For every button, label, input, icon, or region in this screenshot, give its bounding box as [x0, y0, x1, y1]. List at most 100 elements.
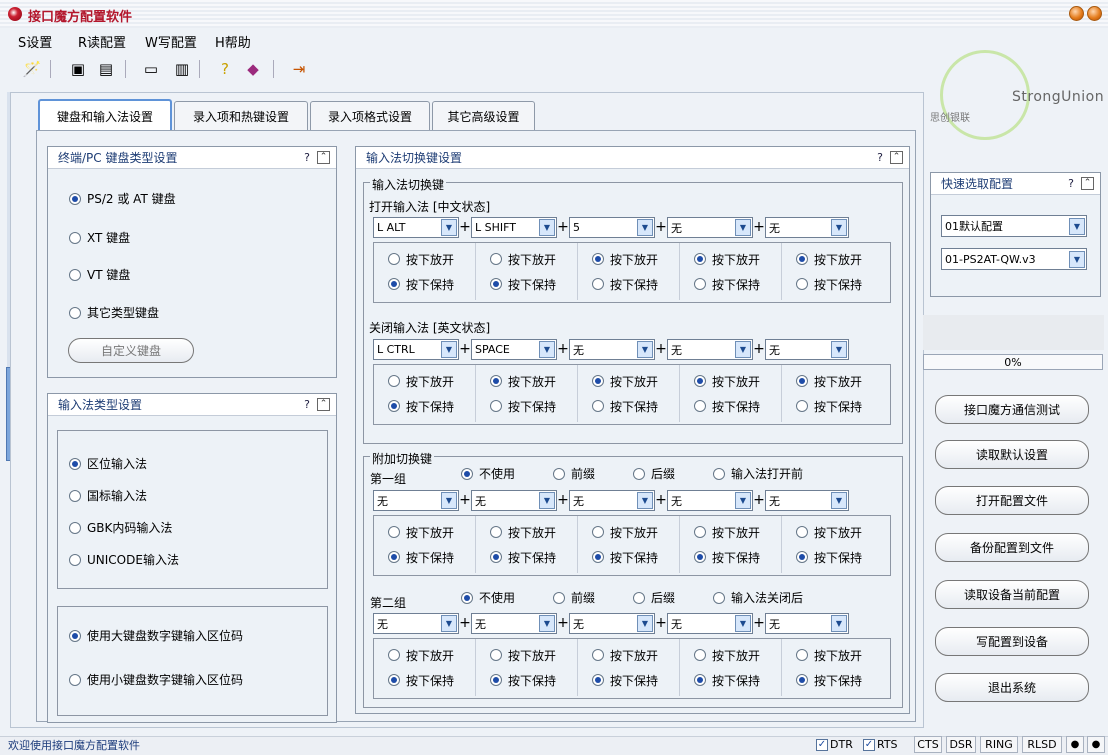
radio-button[interactable]	[69, 268, 81, 281]
radio-button[interactable]	[592, 526, 604, 538]
hold-option[interactable]: 按下保持	[490, 672, 577, 689]
radio-button[interactable]	[69, 306, 81, 319]
ime-location-option[interactable]: 区位输入法	[69, 455, 147, 472]
radio-button[interactable]	[461, 467, 473, 480]
radio-button[interactable]	[694, 649, 706, 661]
chevron-down-icon[interactable]: ▼	[637, 341, 653, 358]
radio-button[interactable]	[388, 551, 400, 563]
radio-button[interactable]	[490, 375, 502, 387]
chevron-down-icon[interactable]: ▼	[735, 615, 751, 632]
exit-icon[interactable]: ⇥	[288, 58, 310, 80]
hold-option[interactable]: 按下保持	[694, 549, 781, 566]
radio-button[interactable]	[796, 253, 808, 265]
radio-button[interactable]	[388, 674, 400, 686]
open-key-select[interactable]: 5 ▼	[569, 217, 655, 238]
hold-option[interactable]: 按下保持	[592, 672, 679, 689]
hold-option[interactable]: 按下保持	[490, 276, 577, 293]
radio-button[interactable]	[388, 278, 400, 290]
radio-button[interactable]	[694, 400, 706, 412]
first-key-select[interactable]: 无 ▼	[765, 490, 849, 511]
radio-button[interactable]	[69, 457, 81, 470]
release-option[interactable]: 按下放开	[592, 524, 679, 541]
open-config-file-button[interactable]: 打开配置文件	[935, 486, 1089, 515]
chevron-down-icon[interactable]: ▼	[441, 219, 457, 236]
comm-test-button[interactable]: 接口魔方通信测试	[935, 395, 1089, 424]
radio-button[interactable]	[388, 526, 400, 538]
check-icon[interactable]: ✓	[863, 738, 875, 751]
help-icon[interactable]: ?	[872, 150, 888, 165]
release-option[interactable]: 按下放开	[694, 524, 781, 541]
release-option[interactable]: 按下放开	[490, 647, 577, 664]
radio-button[interactable]	[592, 278, 604, 290]
chevron-down-icon[interactable]: ▼	[735, 492, 751, 509]
first-key-select[interactable]: 无 ▼	[373, 490, 459, 511]
custom-keyboard-button[interactable]: 自定义键盘	[68, 338, 194, 363]
minimize-button[interactable]	[1069, 6, 1084, 21]
help-icon[interactable]: ?	[214, 58, 236, 80]
radio-button[interactable]	[592, 375, 604, 387]
release-option[interactable]: 按下放开	[490, 524, 577, 541]
radio-button[interactable]	[694, 253, 706, 265]
radio-button[interactable]	[796, 674, 808, 686]
open-key-select[interactable]: 无 ▼	[765, 217, 849, 238]
chevron-down-icon[interactable]: ▼	[539, 341, 555, 358]
close-key-select[interactable]: 无 ▼	[765, 339, 849, 360]
chevron-down-icon[interactable]: ▼	[539, 615, 555, 632]
radio-button[interactable]	[796, 649, 808, 661]
import-icon[interactable]: ▤	[95, 58, 117, 80]
read-default-button[interactable]: 读取默认设置	[935, 440, 1089, 469]
chevron-down-icon[interactable]: ▼	[1069, 217, 1085, 235]
chevron-down-icon[interactable]: ▼	[539, 219, 555, 236]
wand-icon[interactable]: 🪄	[21, 58, 43, 80]
help-icon[interactable]: ?	[299, 150, 315, 165]
hold-option[interactable]: 按下保持	[592, 276, 679, 293]
first-key-select[interactable]: 无 ▼	[667, 490, 753, 511]
radio-button[interactable]	[388, 375, 400, 387]
radio-button[interactable]	[69, 673, 81, 686]
radio-button[interactable]	[490, 400, 502, 412]
hold-option[interactable]: 按下保持	[592, 398, 679, 415]
first-before-open-option[interactable]: 输入法打开前	[713, 465, 803, 482]
keyboard-xt-option[interactable]: XT 键盘	[69, 229, 130, 246]
numpad-digits-option[interactable]: 使用小键盘数字键输入区位码	[69, 671, 243, 688]
release-option[interactable]: 按下放开	[796, 524, 884, 541]
tab-keyboard-ime[interactable]: 键盘和输入法设置	[38, 99, 172, 131]
radio-button[interactable]	[694, 526, 706, 538]
chevron-down-icon[interactable]: ▼	[831, 615, 847, 632]
close-key-select[interactable]: SPACE ▼	[471, 339, 557, 360]
release-option[interactable]: 按下放开	[592, 647, 679, 664]
second-key-select[interactable]: 无 ▼	[569, 613, 655, 634]
chevron-down-icon[interactable]: ▼	[441, 615, 457, 632]
radio-button[interactable]	[713, 591, 726, 604]
chevron-down-icon[interactable]: ▼	[637, 219, 653, 236]
radio-button[interactable]	[490, 278, 502, 290]
radio-button[interactable]	[592, 551, 604, 563]
quick-config-select-2[interactable]: 01-PS2AT-QW.v3 ▼	[941, 248, 1087, 270]
book-icon[interactable]: ◆	[242, 58, 264, 80]
second-key-select[interactable]: 无 ▼	[471, 613, 557, 634]
hold-option[interactable]: 按下保持	[388, 398, 475, 415]
ime-gb-option[interactable]: 国标输入法	[69, 487, 147, 504]
hold-option[interactable]: 按下保持	[592, 549, 679, 566]
ime-unicode-option[interactable]: UNICODE输入法	[69, 551, 179, 568]
hold-option[interactable]: 按下保持	[490, 398, 577, 415]
menu-write-config[interactable]: W写配置	[145, 32, 197, 51]
collapse-icon[interactable]: ⌃	[890, 151, 903, 164]
radio-button[interactable]	[633, 591, 646, 604]
chevron-down-icon[interactable]: ▼	[637, 492, 653, 509]
open-key-select[interactable]: L SHIFT ▼	[471, 217, 557, 238]
collapse-icon[interactable]: ⌃	[317, 398, 330, 411]
radio-button[interactable]	[69, 521, 81, 534]
radio-button[interactable]	[69, 192, 81, 205]
chevron-down-icon[interactable]: ▼	[735, 341, 751, 358]
second-suffix-option[interactable]: 后缀	[633, 589, 675, 606]
second-key-select[interactable]: 无 ▼	[373, 613, 459, 634]
hold-option[interactable]: 按下保持	[694, 398, 781, 415]
chevron-down-icon[interactable]: ▼	[831, 341, 847, 358]
close-key-select[interactable]: 无 ▼	[667, 339, 753, 360]
hold-option[interactable]: 按下保持	[388, 672, 475, 689]
help-icon[interactable]: ?	[1063, 176, 1079, 191]
close-key-select[interactable]: 无 ▼	[569, 339, 655, 360]
hold-option[interactable]: 按下保持	[796, 398, 884, 415]
radio-button[interactable]	[694, 674, 706, 686]
